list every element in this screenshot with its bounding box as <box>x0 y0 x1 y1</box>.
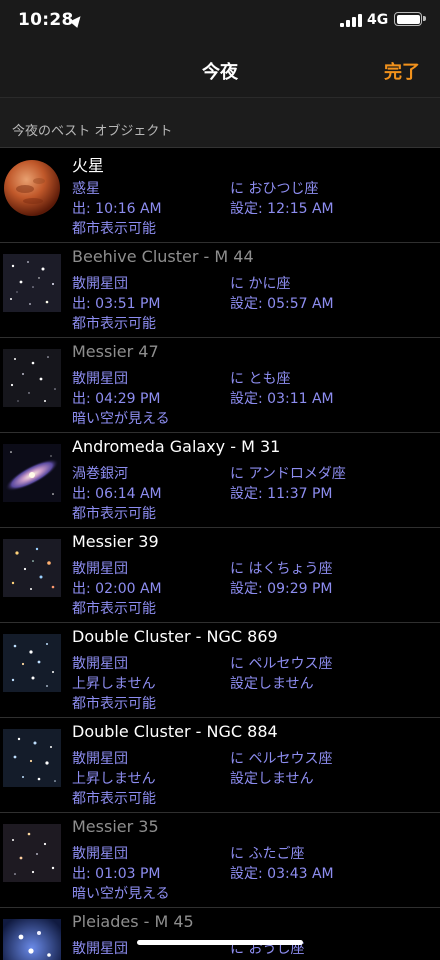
object-constellation: に とも座 <box>230 371 291 387</box>
rise-time: 上昇しません <box>72 771 156 787</box>
list-item[interactable]: Andromeda Galaxy - M 31 渦巻銀河 に アンドロメダ座 出… <box>0 433 440 528</box>
visibility: 都市表示可能 <box>72 316 156 332</box>
visibility: 都市表示可能 <box>72 221 156 237</box>
object-name: Messier 47 <box>72 342 159 361</box>
visibility: 都市表示可能 <box>72 791 156 807</box>
visibility: 都市表示可能 <box>72 696 156 712</box>
list-item[interactable]: 火星 惑星 に おひつじ座 出: 10:16 AM 設定: 12:15 AM 都… <box>0 148 440 243</box>
object-constellation: に おひつじ座 <box>230 181 319 197</box>
rise-time: 出: 02:00 AM <box>72 581 162 597</box>
rise-time: 出: 10:16 AM <box>72 201 162 217</box>
visibility: 都市表示可能 <box>72 601 156 617</box>
object-type: 渦巻銀河 <box>72 466 128 482</box>
page-title: 今夜 <box>202 62 238 83</box>
object-constellation: に かに座 <box>230 276 291 292</box>
object-constellation: に ふたご座 <box>230 846 305 862</box>
section-title: 今夜のベスト オブジェクト <box>12 124 173 139</box>
rise-time: 出: 03:51 PM <box>72 296 161 312</box>
battery-icon <box>394 12 426 26</box>
messier-47-image <box>3 349 61 407</box>
pleiades-image <box>3 919 61 960</box>
set-time: 設定しません <box>230 676 314 692</box>
object-type: 散開星団 <box>72 846 128 862</box>
object-type: 惑星 <box>72 181 100 197</box>
visibility: 暗い空が見える <box>72 886 170 902</box>
list-item[interactable]: Messier 47 散開星団 に とも座 出: 04:29 PM 設定: 03… <box>0 338 440 433</box>
object-constellation: に ペルセウス座 <box>230 751 333 767</box>
section-header: 今夜のベスト オブジェクト <box>0 98 440 148</box>
mars-image <box>4 160 60 216</box>
rise-time: 出: 01:03 PM <box>72 866 161 882</box>
objects-list[interactable]: 火星 惑星 に おひつじ座 出: 10:16 AM 設定: 12:15 AM 都… <box>0 148 440 960</box>
rise-time: 出: 04:29 PM <box>72 391 161 407</box>
rise-time: 出: 06:14 AM <box>72 486 162 502</box>
object-constellation: に はくちょう座 <box>230 561 333 577</box>
ngc-884-image <box>3 729 61 787</box>
object-name: Messier 39 <box>72 532 159 551</box>
home-indicator[interactable] <box>137 940 303 945</box>
object-type: 散開星団 <box>72 561 128 577</box>
list-item[interactable]: Double Cluster - NGC 884 散開星団 に ペルセウス座 上… <box>0 718 440 813</box>
object-constellation: に ペルセウス座 <box>230 656 333 672</box>
messier-35-image <box>3 824 61 882</box>
object-name: Double Cluster - NGC 869 <box>72 627 278 646</box>
set-time: 設定: 03:11 AM <box>230 391 334 407</box>
object-name: Andromeda Galaxy - M 31 <box>72 437 281 456</box>
beehive-cluster-image <box>3 254 61 312</box>
rise-time: 上昇しません <box>72 676 156 692</box>
list-item[interactable]: Messier 39 散開星団 に はくちょう座 出: 02:00 AM 設定:… <box>0 528 440 623</box>
object-name: Pleiades - M 45 <box>72 912 194 931</box>
object-type: 散開星団 <box>72 371 128 387</box>
object-name: 火星 <box>72 156 105 175</box>
network-type: 4G <box>367 12 389 28</box>
status-time: 10:28 <box>18 10 74 30</box>
object-name: Double Cluster - NGC 884 <box>72 722 278 741</box>
ngc-869-image <box>3 634 61 692</box>
object-constellation: に アンドロメダ座 <box>230 466 346 482</box>
set-time: 設定: 03:43 AM <box>230 866 334 882</box>
status-bar: 10:28 4G <box>0 0 440 44</box>
list-item[interactable]: Double Cluster - NGC 869 散開星団 に ペルセウス座 上… <box>0 623 440 718</box>
andromeda-galaxy-image <box>3 444 61 502</box>
set-time: 設定: 09:29 PM <box>230 581 333 597</box>
object-name: Messier 35 <box>72 817 159 836</box>
visibility: 都市表示可能 <box>72 506 156 522</box>
list-item[interactable]: Messier 35 散開星団 に ふたご座 出: 01:03 PM 設定: 0… <box>0 813 440 908</box>
set-time: 設定: 11:37 PM <box>230 486 333 502</box>
messier-39-image <box>3 539 61 597</box>
object-type: 散開星団 <box>72 656 128 672</box>
set-time: 設定: 05:57 AM <box>230 296 334 312</box>
object-type: 散開星団 <box>72 941 128 957</box>
set-time: 設定しません <box>230 771 314 787</box>
object-name: Beehive Cluster - M 44 <box>72 247 254 266</box>
cellular-signal-icon <box>340 14 362 27</box>
object-type: 散開星団 <box>72 276 128 292</box>
done-button[interactable]: 完了 <box>384 58 420 84</box>
navigation-bar: 今夜 完了 <box>0 44 440 98</box>
list-item[interactable]: Beehive Cluster - M 44 散開星団 に かに座 出: 03:… <box>0 243 440 338</box>
list-item[interactable]: Pleiades - M 45 散開星団 に おうし座 <box>0 908 440 960</box>
object-type: 散開星団 <box>72 751 128 767</box>
visibility: 暗い空が見える <box>72 411 170 427</box>
set-time: 設定: 12:15 AM <box>230 201 334 217</box>
